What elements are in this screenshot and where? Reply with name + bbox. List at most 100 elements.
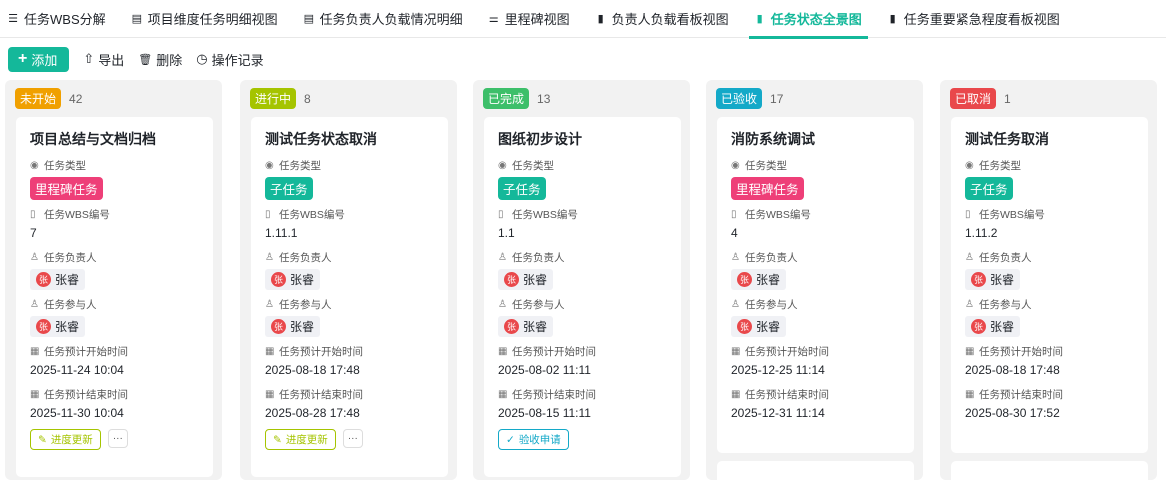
- label-text: 任务预计开始时间: [979, 345, 1063, 358]
- number-icon: ▯: [965, 208, 971, 220]
- owner-chip: 张张睿: [498, 269, 554, 290]
- action-label: 验收申请: [518, 434, 561, 446]
- label-text: 任务WBS编号: [44, 208, 110, 221]
- owner-name: 张睿: [756, 273, 781, 287]
- task-type-tag: 里程碑任务: [30, 177, 103, 200]
- kanban-icon: ▮: [889, 13, 896, 25]
- field-label: ▯ 任务WBS编号: [30, 206, 199, 222]
- label-text: 任务参与人: [279, 298, 332, 311]
- radio-icon: ◉: [965, 159, 974, 171]
- card-title: 图纸初步设计: [498, 131, 582, 147]
- number-icon: ▯: [731, 208, 737, 220]
- calendar-icon: ▦: [965, 388, 975, 400]
- participant-name: 张睿: [990, 320, 1015, 334]
- task-card[interactable]: 测试任务取消 ◉ 任务类型 子任务 ▯ 任务WBS编号 1.11.2 ♙ 任务负责人 …: [951, 117, 1148, 453]
- field-label: ▯ 任务WBS编号: [498, 206, 667, 222]
- card-title: 测试任务状态取消: [265, 131, 377, 147]
- tab-5[interactable]: ▮ 任务状态全景图: [748, 0, 868, 39]
- task-card[interactable]: 图纸初步设计 ◉ 任务类型 子任务 ▯ 任务WBS编号 1.1 ♙ 任务负责人 张张睿…: [484, 117, 681, 477]
- calendar-icon: ▦: [265, 388, 275, 400]
- tab-label: 任务状态全景图: [770, 12, 862, 27]
- acceptance-request-button[interactable]: ✓ 验收申请: [498, 429, 569, 450]
- avatar: 张: [504, 319, 519, 334]
- history-button[interactable]: ◷ 操作记录: [196, 50, 263, 69]
- label-text: 任务参与人: [979, 298, 1032, 311]
- start-time: 2025-08-18 17:48: [965, 363, 1060, 377]
- participant-chip: 张张睿: [30, 316, 86, 337]
- column-header: 已验收 17: [706, 80, 923, 117]
- task-card[interactable]: 项目总结与文档归档 ◉ 任务类型 里程碑任务 ▯ 任务WBS编号 7 ♙ 任务负责人 …: [16, 117, 213, 477]
- wbs-value: 7: [30, 226, 37, 240]
- field-label: ♙ 任务参与人: [965, 296, 1134, 312]
- field-label: ▦ 任务预计结束时间: [965, 386, 1134, 402]
- label-text: 任务负责人: [979, 251, 1032, 264]
- status-badge: 未开始: [15, 88, 62, 109]
- field-label: ▦ 任务预计开始时间: [30, 343, 199, 359]
- label-text: 任务参与人: [44, 298, 97, 311]
- number-icon: ▯: [265, 208, 271, 220]
- label-text: 任务预计结束时间: [512, 388, 596, 401]
- column-count: 42: [69, 91, 83, 106]
- tree-icon: ☰: [8, 13, 18, 25]
- task-card[interactable]: [717, 461, 914, 491]
- column-count: 8: [304, 91, 311, 106]
- owner-name: 张睿: [290, 273, 315, 287]
- users-icon: ♙: [731, 298, 740, 310]
- calendar-icon: ▦: [965, 345, 975, 357]
- more-button[interactable]: ···: [107, 429, 128, 448]
- tab-label: 任务WBS分解: [24, 12, 106, 27]
- progress-update-button[interactable]: ✎ 进度更新: [30, 429, 101, 450]
- participant-chip: 张张睿: [731, 316, 787, 337]
- wbs-value: 1.11.1: [265, 226, 298, 240]
- field-label: ◉ 任务类型: [265, 157, 434, 173]
- task-card[interactable]: [951, 461, 1148, 491]
- field-label: ▦ 任务预计开始时间: [498, 343, 667, 359]
- task-type-tag: 子任务: [965, 177, 1013, 200]
- status-badge: 已完成: [483, 88, 530, 109]
- more-button[interactable]: ···: [342, 429, 363, 448]
- delete-button[interactable]: 🗑 删除: [138, 50, 182, 69]
- wbs-value: 4: [731, 226, 738, 240]
- export-button[interactable]: ⇧ 导出: [83, 50, 124, 69]
- label-text: 任务预计开始时间: [44, 345, 128, 358]
- tab-3[interactable]: ⚌ 里程碑视图: [489, 0, 570, 38]
- field-label: ▯ 任务WBS编号: [731, 206, 900, 222]
- label-text: 任务类型: [44, 159, 86, 172]
- tab-label: 里程碑视图: [504, 12, 570, 27]
- tab-0[interactable]: ☰ 任务WBS分解: [8, 0, 106, 38]
- status-column: 进行中 8 测试任务状态取消 ◉ 任务类型 子任务 ▯ 任务WBS编号 1.11.1…: [240, 80, 457, 480]
- view-tabs: ☰ 任务WBS分解 ▤ 项目维度任务明细视图 ▤ 任务负责人负载情况明细 ⚌ 里程碑视图 ▮ 负责…: [0, 0, 1166, 39]
- task-card[interactable]: 消防系统调试 ◉ 任务类型 里程碑任务 ▯ 任务WBS编号 4 ♙ 任务负责人 张张睿…: [717, 117, 914, 453]
- card-title: 项目总结与文档归档: [30, 131, 156, 147]
- users-icon: ♙: [965, 298, 974, 310]
- tab-label: 任务负责人负载情况明细: [319, 12, 463, 27]
- avatar: 张: [36, 272, 51, 287]
- tab-1[interactable]: ▤ 项目维度任务明细视图: [132, 0, 278, 38]
- label-text: 任务WBS编号: [979, 208, 1045, 221]
- export-label: 导出: [98, 52, 125, 68]
- label-text: 任务负责人: [44, 251, 97, 264]
- tab-2[interactable]: ▤ 任务负责人负载情况明细: [304, 0, 463, 38]
- label-text: 任务WBS编号: [745, 208, 811, 221]
- field-label: ▦ 任务预计结束时间: [731, 386, 900, 402]
- label-text: 任务WBS编号: [512, 208, 578, 221]
- calendar-icon: ▦: [498, 345, 508, 357]
- progress-update-button[interactable]: ✎ 进度更新: [265, 429, 336, 450]
- kanban-icon: ▮: [597, 13, 604, 25]
- field-label: ◉ 任务类型: [965, 157, 1134, 173]
- label-text: 任务预计结束时间: [279, 388, 363, 401]
- participant-name: 张睿: [55, 320, 80, 334]
- participant-chip: 张张睿: [965, 316, 1021, 337]
- label-text: 任务负责人: [745, 251, 798, 264]
- tab-4[interactable]: ▮ 负责人负载看板视图: [596, 0, 729, 38]
- table-icon: ▤: [131, 13, 143, 25]
- field-label: ▦ 任务预计开始时间: [965, 343, 1134, 359]
- field-label: ▦ 任务预计开始时间: [731, 343, 900, 359]
- add-button[interactable]: + 添加: [8, 46, 70, 72]
- task-type-tag: 子任务: [265, 177, 313, 200]
- task-card[interactable]: 测试任务状态取消 ◉ 任务类型 子任务 ▯ 任务WBS编号 1.11.1 ♙ 任务负责…: [251, 117, 448, 477]
- tab-6[interactable]: ▮ 任务重要紧急程度看板视图: [888, 0, 1060, 38]
- add-label: 添加: [31, 52, 58, 68]
- tab-label: 任务重要紧急程度看板视图: [903, 12, 1060, 27]
- field-label: ♙ 任务参与人: [30, 296, 199, 312]
